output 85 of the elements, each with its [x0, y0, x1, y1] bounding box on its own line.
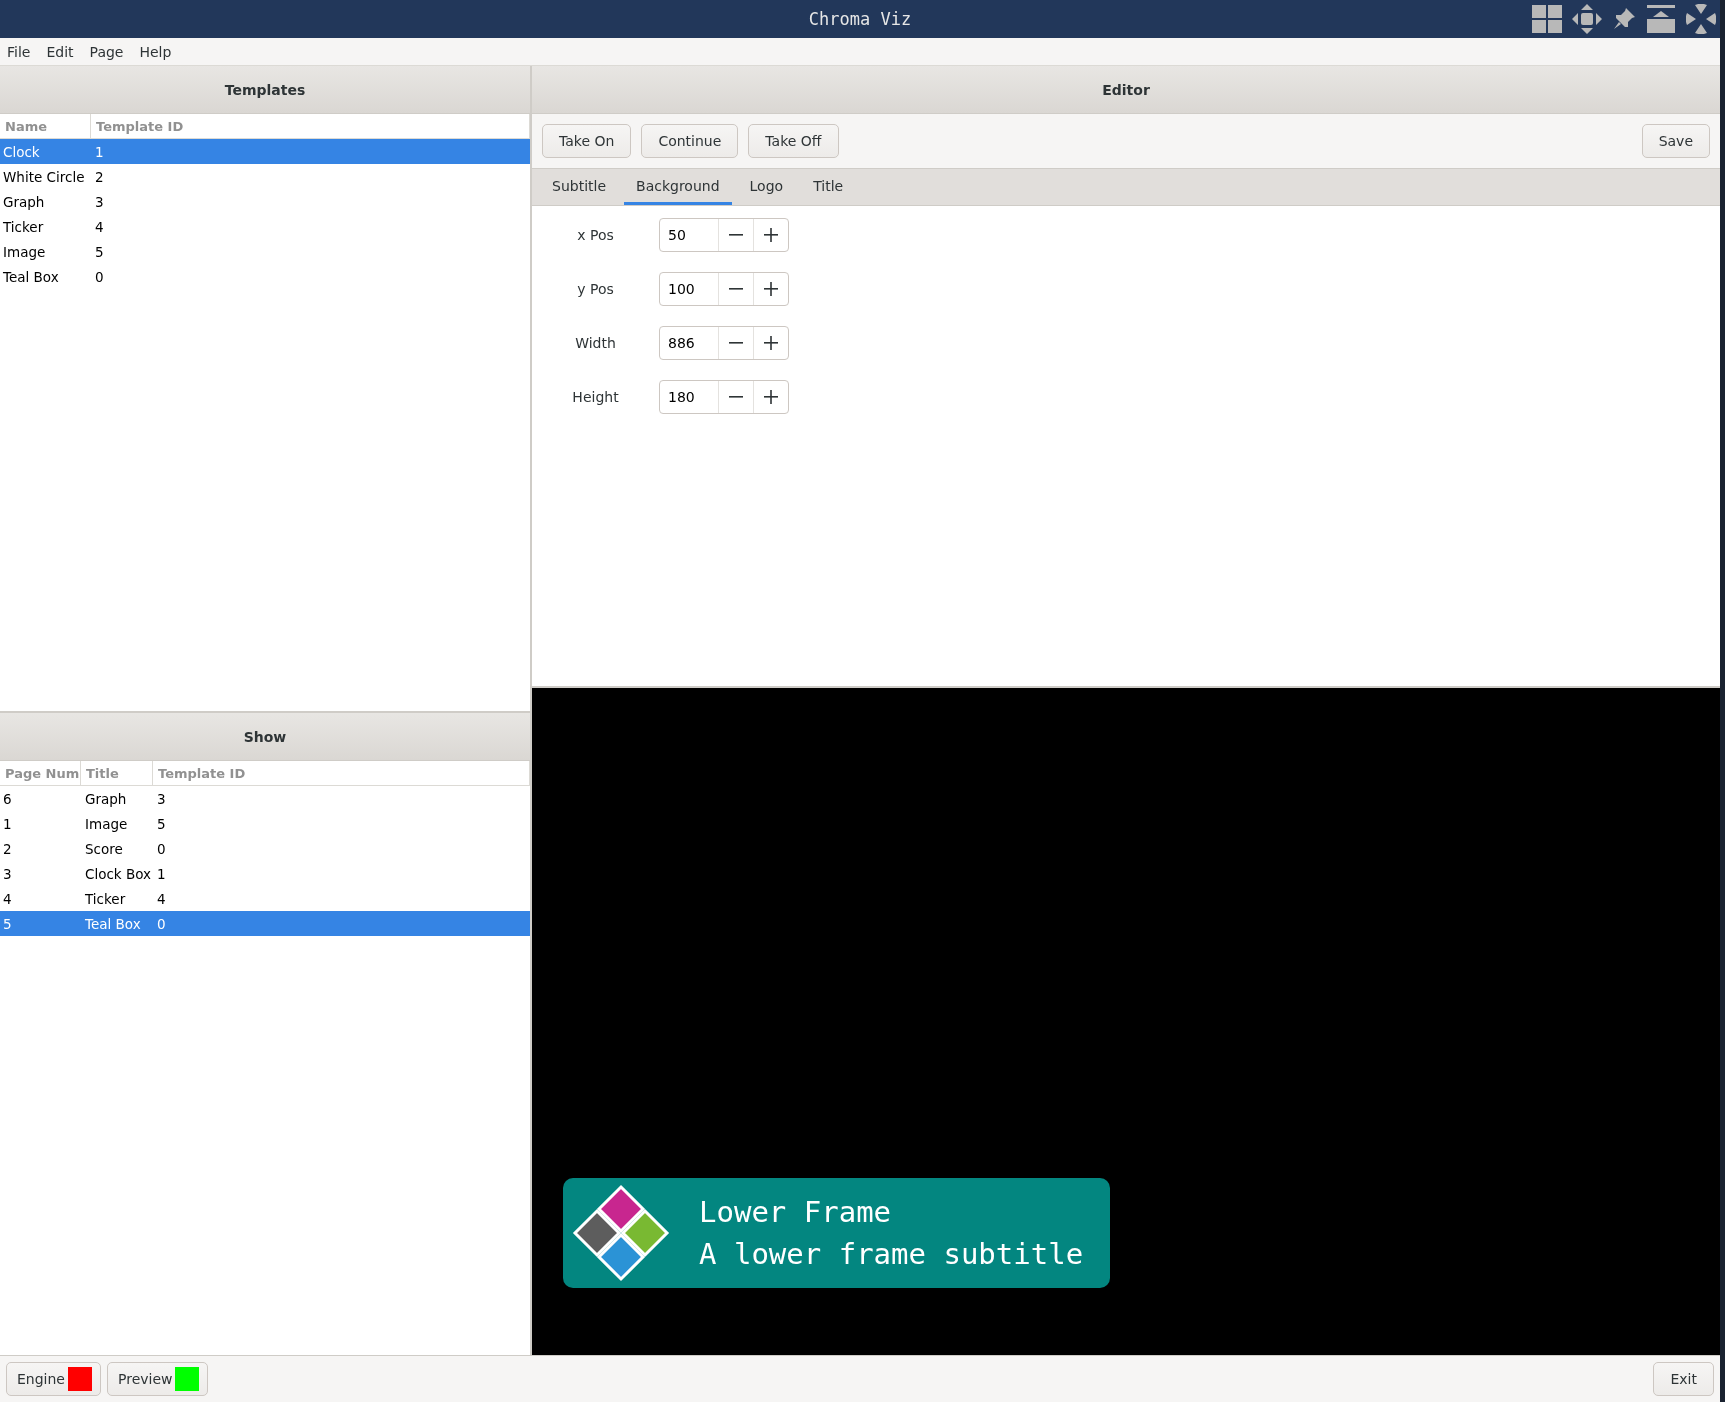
pin-icon[interactable] [1612, 7, 1636, 31]
tab[interactable]: Subtitle [540, 169, 619, 205]
table-cell-text: Image [84, 815, 129, 832]
table-cell-text: 4 [94, 218, 105, 235]
table-cell-text: 5 [2, 915, 13, 932]
table-cell-text: Clock Box [84, 865, 153, 882]
table-cell-text: 1 [2, 815, 13, 832]
move-icon[interactable] [1572, 4, 1602, 34]
table-cell-text: 2 [94, 168, 105, 185]
window-title: Chroma Viz [808, 9, 912, 29]
table-cell-text: Ticker [84, 890, 127, 907]
pane-title: Editor [1102, 81, 1150, 98]
table-cell-text: Image [2, 243, 47, 260]
frame-subtitle: A lower frame subtitle [699, 1237, 1084, 1271]
number-value[interactable]: 886 [660, 327, 718, 359]
table-row[interactable]: 4 Ticker 4 [0, 886, 530, 911]
pane-title: Templates [224, 81, 306, 98]
table-row[interactable]: 5 Teal Box 0 [0, 911, 530, 936]
table-cell-text: 1 [94, 143, 105, 160]
close-icon[interactable] [1686, 4, 1716, 34]
spin-field[interactable]: 180 [659, 380, 789, 414]
tab[interactable]: Background [624, 169, 732, 205]
table-cell-text: Clock [2, 143, 41, 160]
table-row[interactable]: Ticker 4 [0, 214, 530, 239]
number-value[interactable]: 100 [660, 273, 718, 305]
pane-title: Show [243, 728, 287, 745]
table-cell-text: White Circle [2, 168, 86, 185]
table-row[interactable]: 2 Score 0 [0, 836, 530, 861]
action-button[interactable]: Take Off [748, 124, 839, 158]
table-row[interactable]: Teal Box 0 [0, 264, 530, 289]
plus-icon [764, 390, 778, 404]
status-button[interactable]: Preview [107, 1362, 209, 1396]
tile-icon[interactable] [1532, 5, 1562, 33]
action-button[interactable]: Continue [641, 124, 739, 158]
table-cell-text: Teal Box [84, 915, 142, 932]
menu-item[interactable]: Page [89, 43, 124, 60]
table-row[interactable]: Graph 3 [0, 189, 530, 214]
diamond-logo-icon [571, 1183, 671, 1283]
table-row[interactable]: 3 Clock Box 1 [0, 861, 530, 886]
table-row[interactable]: 1 Image 5 [0, 811, 530, 836]
table-cell-text: Ticker [2, 218, 45, 235]
table-cell-text: Graph [2, 193, 46, 210]
save-button[interactable]: Save [1641, 124, 1710, 158]
table-row[interactable]: 6 Graph 3 [0, 786, 530, 811]
table-cell-text: 0 [94, 268, 105, 285]
field-label: y Pos [576, 281, 615, 297]
table-cell-text: 3 [94, 193, 105, 210]
spin-field[interactable]: 100 [659, 272, 789, 306]
spin-field[interactable]: 886 [659, 326, 789, 360]
table-row[interactable]: Image 5 [0, 239, 530, 264]
tab[interactable]: Logo [737, 169, 796, 205]
table-cell-text: 0 [156, 840, 167, 857]
field-label: Width [574, 335, 617, 351]
table-cell-text: 3 [156, 790, 167, 807]
menu-item[interactable]: File [7, 43, 31, 60]
menu-item[interactable]: Edit [46, 43, 74, 60]
table-cell-text: 4 [2, 890, 13, 907]
status-button[interactable]: Engine [6, 1362, 101, 1396]
spin-field[interactable]: 50 [659, 218, 789, 252]
tab[interactable]: Title [801, 169, 856, 205]
field-label: Height [571, 389, 620, 405]
table-cell-text: 0 [156, 915, 167, 932]
frame-title: Lower Frame [699, 1195, 893, 1229]
table-cell-text: 3 [2, 865, 13, 882]
action-button[interactable]: Take On [542, 124, 632, 158]
maximize-icon[interactable] [1646, 4, 1676, 34]
number-value[interactable]: 50 [660, 219, 718, 251]
table-cell-text: 5 [94, 243, 105, 260]
plus-icon [764, 336, 778, 350]
table-row[interactable]: Clock 1 [0, 139, 530, 164]
table-cell-text: 6 [2, 790, 13, 807]
number-value[interactable]: 180 [660, 381, 718, 413]
table-cell-text: 4 [156, 890, 167, 907]
table-cell-text: Graph [84, 790, 128, 807]
exit-button[interactable]: Exit [1653, 1362, 1714, 1396]
table-cell-text: 5 [156, 815, 167, 832]
menu-item[interactable]: Help [139, 43, 172, 60]
plus-icon [764, 282, 778, 296]
table-row[interactable]: White Circle 2 [0, 164, 530, 189]
plus-icon [764, 228, 778, 242]
table-cell-text: Score [84, 840, 124, 857]
table-cell-text: 1 [156, 865, 167, 882]
field-label: x Pos [576, 227, 615, 243]
table-cell-text: Teal Box [2, 268, 60, 285]
table-cell-text: 2 [2, 840, 13, 857]
